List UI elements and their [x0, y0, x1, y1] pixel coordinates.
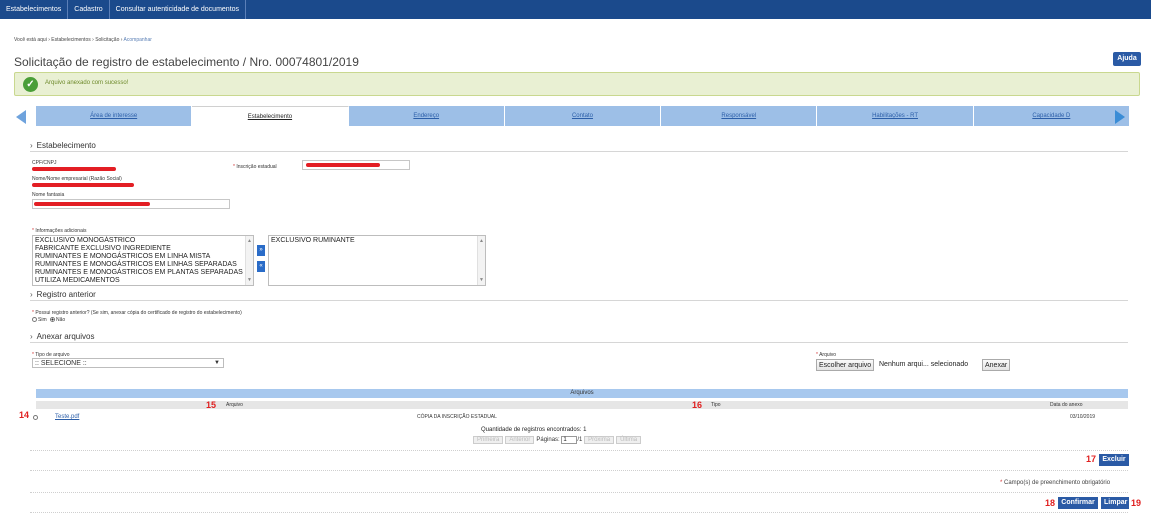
nav-item-cadastro[interactable]: Cadastro	[68, 0, 110, 19]
list-option[interactable]: FABRICANTE EXCLUSIVO INGREDIENTE	[35, 245, 251, 253]
cpf-label: CPF/CNPJ	[32, 160, 57, 166]
nome-value-redacted	[32, 183, 134, 187]
choose-file-button[interactable]: Escolher arquivo	[816, 359, 875, 371]
page-number-input[interactable]: 1	[561, 436, 578, 444]
chevron-down-icon: ▼	[214, 360, 220, 366]
info-label: * Informações adicionais	[32, 228, 87, 234]
radio-nao[interactable]	[50, 317, 56, 323]
divider	[30, 300, 1128, 301]
marker-16: 16	[692, 400, 703, 410]
required-note: * Campo(s) de preenchimento obrigatório	[1000, 480, 1111, 486]
cpf-value-redacted	[32, 167, 116, 171]
file-link[interactable]: Teste.pdf	[55, 414, 79, 420]
next-tab-arrow-icon[interactable]	[1115, 110, 1125, 124]
selected-options-listbox[interactable]: EXCLUSIVO RUMINANTE ▲ ▼	[268, 235, 486, 286]
nav-item-estabelecimentos[interactable]: Estabelecimentos	[0, 0, 69, 19]
grid-title: Arquivos	[36, 389, 1128, 398]
divider	[30, 151, 1128, 152]
move-right-button[interactable]: »	[257, 245, 265, 256]
marker-15: 15	[206, 400, 217, 410]
scrollbar[interactable]: ▲ ▼	[477, 236, 485, 285]
prev-tab-arrow-icon[interactable]	[16, 110, 26, 124]
col-tipo[interactable]: Tipo	[711, 402, 721, 408]
fantasia-value-redacted	[34, 202, 150, 206]
marker-18: 18	[1045, 498, 1056, 508]
breadcrumb-item[interactable]: Solicitação	[95, 37, 119, 43]
tipo-arquivo-select[interactable]: :: SELECIONE :: ▼	[32, 358, 224, 368]
file-name-text: Nenhum arqui... selecionado	[879, 361, 969, 368]
divider	[30, 450, 1128, 451]
marker-17: 17	[1086, 454, 1097, 464]
breadcrumb: Você está aqui › Estabelecimentos › Soli…	[14, 37, 152, 43]
section-anexar-header[interactable]: Anexar arquivos	[30, 332, 95, 341]
check-icon: ✓	[23, 77, 38, 92]
file-type-cell: CÓPIA DA INSCRIÇÃO ESTADUAL	[417, 414, 497, 420]
section-estabelecimento-header[interactable]: Estabelecimento	[30, 141, 96, 150]
confirm-button[interactable]: Confirmar	[1058, 497, 1098, 509]
section-registro-header[interactable]: Registro anterior	[30, 290, 96, 299]
breadcrumb-prefix: Você está aqui	[14, 37, 47, 43]
row-select-radio[interactable]	[33, 415, 38, 420]
marker-14: 14	[19, 410, 30, 420]
tab-responsavel[interactable]: Responsável	[661, 106, 818, 126]
registro-radio-group: Sim Não	[32, 317, 65, 323]
arquivo-label: * Arquivo	[816, 352, 837, 358]
file-date-cell: 03/10/2019	[1070, 414, 1096, 420]
list-option[interactable]: RUMINANTES E MONOGÁSTRICOS EM PLANTAS SE…	[35, 269, 251, 277]
help-button[interactable]: Ajuda	[1113, 52, 1141, 66]
tab-capacidade[interactable]: Capacidade D	[973, 106, 1130, 126]
top-nav: Estabelecimentos Cadastro Consultar aute…	[0, 0, 1151, 19]
list-option[interactable]: EXCLUSIVO RUMINANTE	[271, 237, 483, 245]
breadcrumb-current: Acompanhar	[123, 37, 152, 43]
divider	[30, 470, 1128, 471]
success-message: Arquivo anexado com sucesso!	[45, 80, 129, 86]
first-page-button[interactable]: Primeira	[473, 436, 504, 444]
divider	[30, 492, 1128, 493]
list-option[interactable]: RUMINANTES E MONOGÁSTRICOS EM LINHA MIST…	[35, 253, 251, 261]
tab-area-interesse[interactable]: Área de interesse	[36, 106, 193, 126]
prev-page-button[interactable]: Anterior	[505, 436, 535, 444]
available-options-listbox[interactable]: EXCLUSIVO MONOGÁSTRICO FABRICANTE EXCLUS…	[32, 235, 254, 286]
registro-question: * Possui registro anterior? (Se sim, ane…	[32, 310, 242, 316]
pagination: Primeira Anterior Páginas: 1/1 Próxima Últi…	[473, 436, 643, 444]
divider	[30, 342, 1128, 343]
move-left-button[interactable]: «	[257, 261, 265, 272]
tab-estabelecimento[interactable]: Estabelecimento	[192, 106, 349, 126]
tab-bar: Área de interesse Estabelecimento Endere…	[36, 106, 1130, 126]
list-option[interactable]: UTILIZA MEDICAMENTOS	[35, 277, 251, 285]
grid-columns: Arquivo Tipo Data do anexo	[36, 401, 1128, 409]
radio-sim[interactable]	[32, 317, 37, 323]
tab-habilitacoes[interactable]: Habilitações - RT	[817, 106, 974, 126]
divider	[30, 512, 1128, 513]
record-count: Quantidade de registros encontrados: 1	[481, 427, 587, 433]
list-option[interactable]: EXCLUSIVO MONOGÁSTRICO	[35, 237, 251, 245]
last-page-button[interactable]: Última	[616, 436, 642, 444]
pages-label: Páginas:	[536, 437, 560, 443]
tab-endereco[interactable]: Endereço	[348, 106, 505, 126]
next-page-button[interactable]: Próxima	[584, 436, 615, 444]
success-alert: ✓ Arquivo anexado com sucesso!	[14, 72, 1140, 96]
list-option[interactable]: RUMINANTES E MONOGÁSTRICOS EM LINHAS SEP…	[35, 261, 251, 269]
attach-button[interactable]: Anexar	[982, 359, 1011, 371]
delete-button[interactable]: Excluir	[1099, 454, 1129, 466]
nome-label: Nome/Nome empresarial (Razão Social)	[32, 176, 122, 182]
inscricao-label: * Inscrição estadual	[233, 164, 277, 170]
page-total: /1	[577, 437, 583, 443]
inscricao-value-redacted	[306, 163, 380, 167]
fantasia-label: Nome fantasia	[32, 192, 65, 198]
col-arquivo[interactable]: Arquivo	[226, 402, 243, 408]
nav-item-consultar[interactable]: Consultar autenticidade de documentos	[110, 0, 247, 19]
page-title: Solicitação de registro de estabelecimen…	[14, 55, 359, 69]
clear-button[interactable]: Limpar	[1101, 497, 1129, 509]
scrollbar[interactable]: ▲ ▼	[245, 236, 253, 285]
tab-contato[interactable]: Contato	[504, 106, 662, 126]
marker-19: 19	[1131, 498, 1142, 508]
breadcrumb-item[interactable]: Estabelecimentos	[51, 37, 90, 43]
col-data[interactable]: Data do anexo	[1050, 402, 1083, 408]
